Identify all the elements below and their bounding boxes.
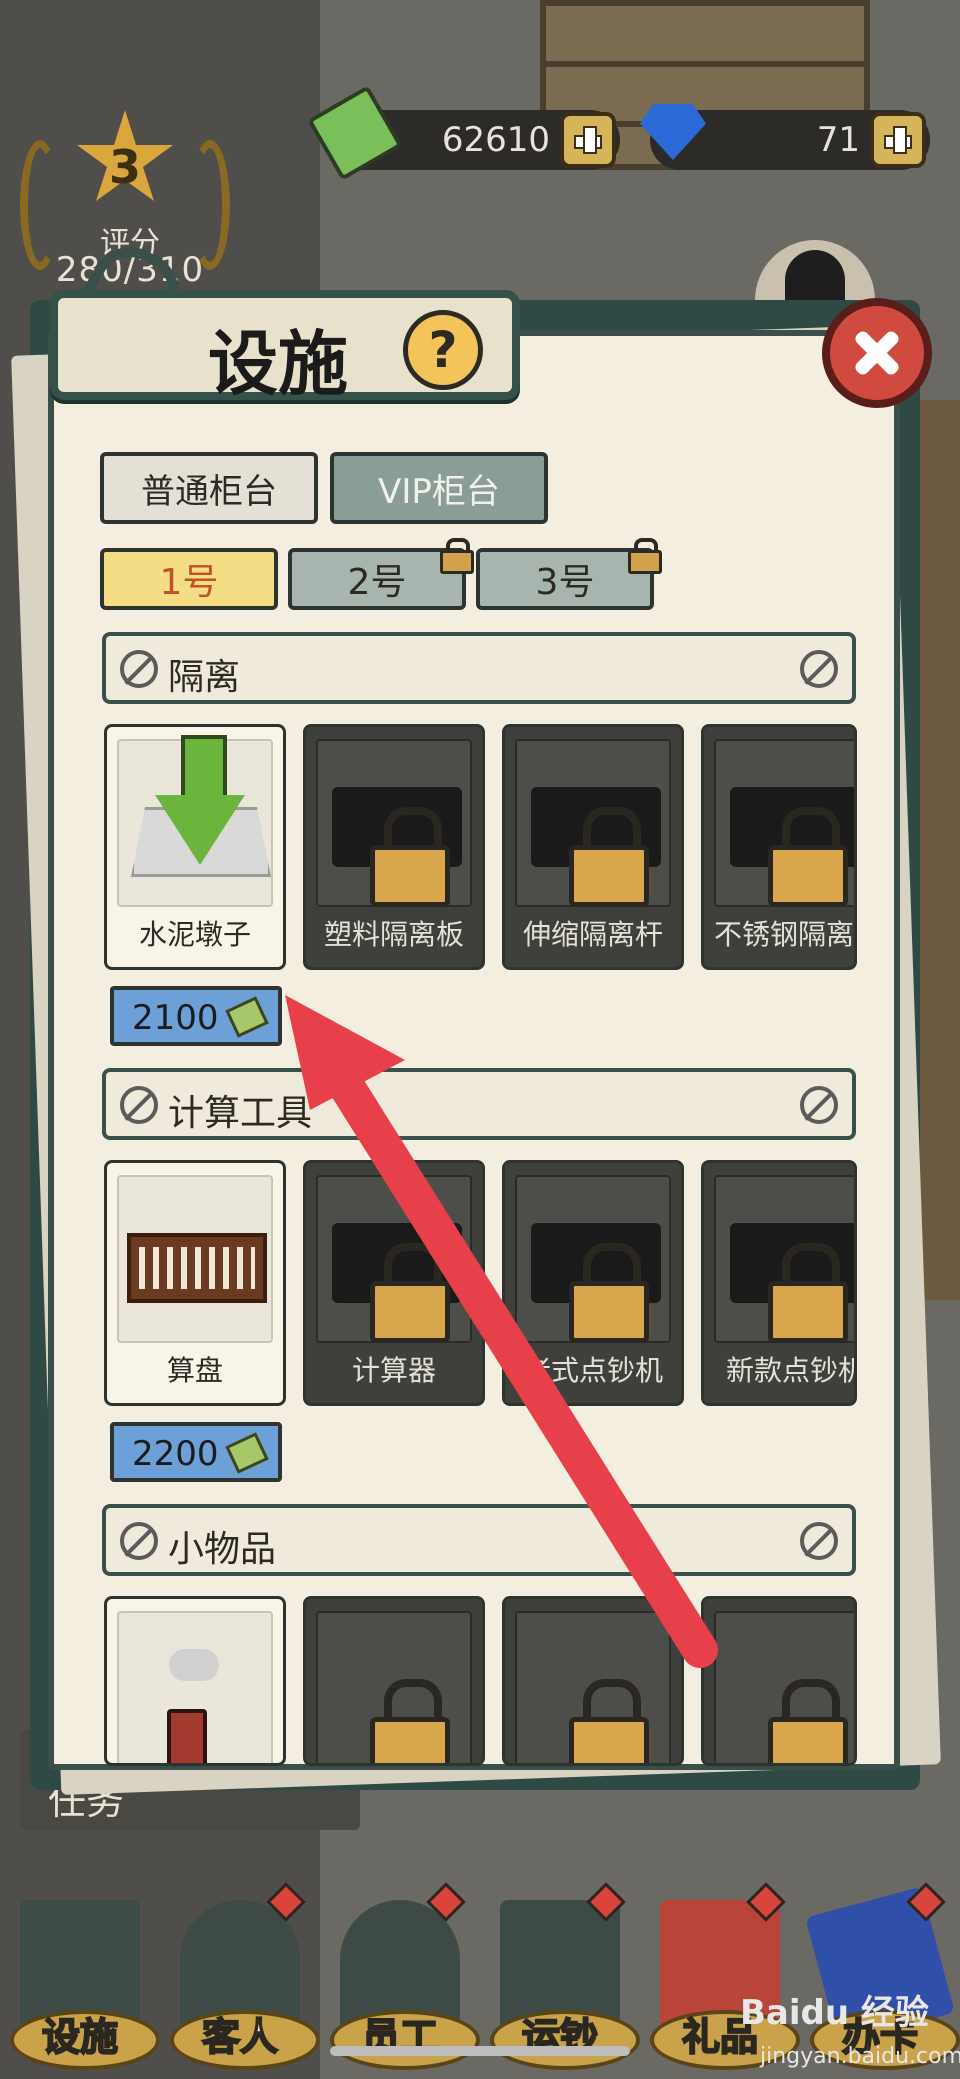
question-icon: ? — [428, 321, 458, 379]
item-card-old-counter[interactable]: 老式点钞机 — [502, 1160, 684, 1406]
ban-icon — [120, 1522, 158, 1560]
tab-vip-counter[interactable]: VIP柜台 — [330, 452, 548, 524]
item-card-plastic-barrier[interactable]: 塑料隔离板 — [303, 724, 485, 970]
lock-icon — [768, 1679, 848, 1763]
item-label: 水泥墩子 — [138, 918, 251, 951]
tab-counter-2-label: 2号 — [347, 562, 407, 603]
item-card-locked[interactable] — [502, 1596, 684, 1766]
item-card-abacus[interactable]: 算盘 — [104, 1160, 286, 1406]
help-button[interactable]: ? — [403, 310, 483, 390]
stamp-icon — [167, 1709, 207, 1763]
section-header-small-items: 小物品 — [102, 1504, 856, 1576]
tab-counter-2[interactable]: 2号 — [288, 538, 474, 610]
panel-title-tab: 设施 ? — [50, 290, 520, 405]
tab-normal-counter[interactable]: 普通柜台 — [100, 452, 318, 524]
item-label: 计算器 — [351, 1354, 436, 1387]
section-title: 小物品 — [168, 1529, 277, 1570]
price-amount: 2200 — [132, 1434, 219, 1474]
item-label: 新款点钞机 — [726, 1354, 857, 1387]
price-amount: 2100 — [132, 998, 219, 1038]
lock-icon — [370, 1679, 450, 1763]
ban-icon[interactable] — [800, 1086, 838, 1124]
stamp-top-icon — [169, 1649, 219, 1681]
lock-icon — [569, 807, 649, 907]
add-money-button[interactable] — [560, 112, 616, 168]
item-card-new-counter[interactable]: 新款点钞机 — [701, 1160, 857, 1406]
tab-counter-3[interactable]: 3号 — [476, 538, 662, 610]
item-label: 伸缩隔离杆 — [522, 918, 663, 951]
price-badge[interactable]: 2200 — [110, 1422, 282, 1482]
nav-item-facilities[interactable]: 设施 — [0, 1870, 160, 2079]
cash-icon — [225, 996, 269, 1038]
item-card-cement-block[interactable]: 水泥墩子 — [104, 724, 286, 970]
item-card-phone[interactable] — [701, 1596, 857, 1766]
down-arrow-icon — [155, 735, 245, 865]
lock-icon — [628, 538, 662, 574]
nav-label: 客人 — [201, 2014, 279, 2060]
item-label: 塑料隔离板 — [323, 918, 464, 951]
lock-icon — [768, 807, 848, 907]
item-card-locked[interactable] — [303, 1596, 485, 1766]
section-title: 隔离 — [168, 657, 241, 698]
item-label: 老式点钞机 — [522, 1354, 663, 1387]
lock-icon — [569, 1679, 649, 1763]
watermark-url: jingyan.baidu.com — [760, 2044, 960, 2069]
close-button[interactable] — [822, 298, 932, 408]
item-card-stamp[interactable] — [104, 1596, 286, 1766]
nav-item-customers[interactable]: 客人 — [160, 1870, 320, 2079]
lock-icon — [370, 1243, 450, 1343]
tab-counter-1-label: 1号 — [159, 562, 219, 603]
tab-counter-1[interactable]: 1号 — [100, 548, 278, 610]
panel-title: 设施 — [208, 323, 348, 405]
lock-icon — [440, 538, 474, 574]
money-value: 62610 — [441, 120, 550, 160]
lock-icon — [768, 1243, 848, 1343]
nav-label: 设施 — [41, 2014, 119, 2060]
watermark-brand: Baidu 经验 — [740, 1993, 929, 2033]
price-badge[interactable]: 2100 — [110, 986, 282, 1046]
ban-icon — [120, 650, 158, 688]
item-label: 算盘 — [166, 1354, 223, 1387]
add-gem-button[interactable] — [870, 112, 926, 168]
lock-icon — [370, 807, 450, 907]
lock-icon — [569, 1243, 649, 1343]
ban-icon — [120, 1086, 158, 1124]
section-header-calc-tools: 计算工具 — [102, 1068, 856, 1140]
cash-icon — [225, 1432, 269, 1474]
gem-counter: 71 — [640, 104, 930, 170]
section-title: 计算工具 — [168, 1093, 313, 1134]
item-card-retractable-barrier[interactable]: 伸缩隔离杆 — [502, 724, 684, 970]
tab-counter-3-label: 3号 — [535, 562, 595, 603]
ban-icon[interactable] — [800, 1522, 838, 1560]
item-label: 不锈钢隔离杆 — [714, 918, 855, 951]
gem-value: 71 — [816, 120, 860, 160]
money-counter: 62610 — [307, 85, 620, 181]
abacus-icon — [127, 1233, 267, 1303]
home-indicator[interactable] — [330, 2046, 630, 2056]
ban-icon[interactable] — [800, 650, 838, 688]
section-header-isolation: 隔离 — [102, 632, 856, 704]
item-card-calculator[interactable]: 计算器 — [303, 1160, 485, 1406]
score-rank: 3 — [108, 140, 141, 194]
item-card-steel-barrier[interactable]: 不锈钢隔离杆 — [701, 724, 857, 970]
